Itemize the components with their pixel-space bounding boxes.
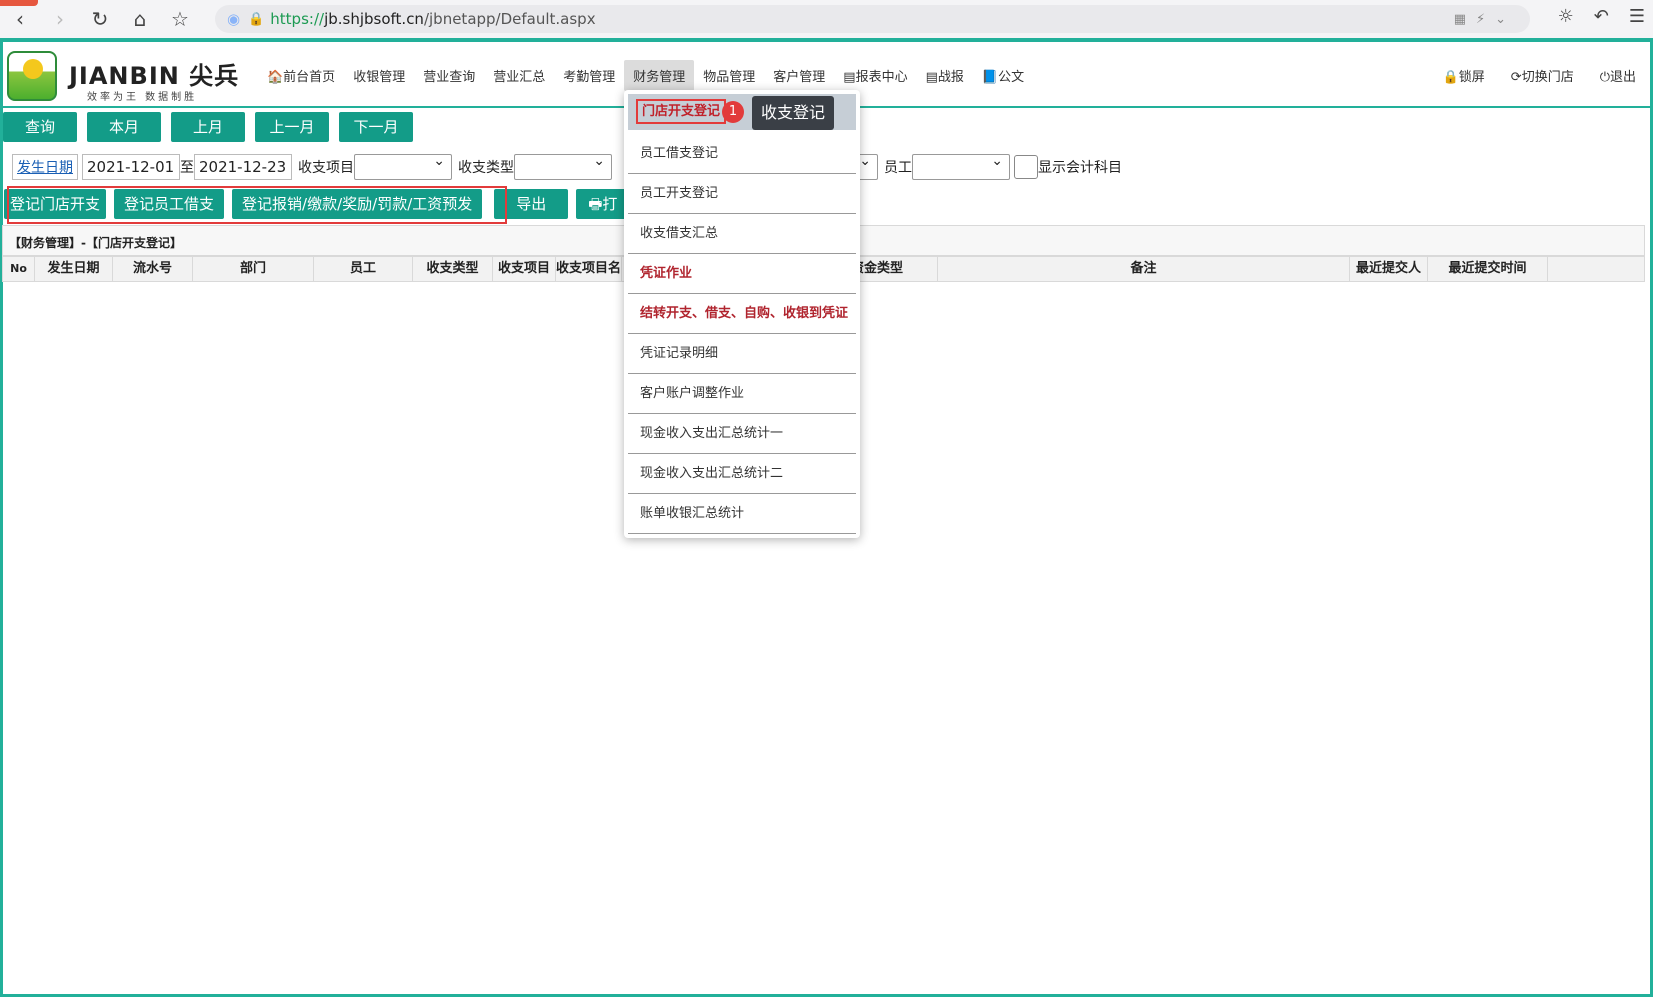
col-item[interactable]: 收支项目 (493, 257, 556, 281)
highlight-box (7, 186, 507, 224)
dropdown-voucher[interactable]: 凭证作业 (628, 254, 856, 294)
dropdown-voucher-detail[interactable]: 凭证记录明细 (628, 334, 856, 374)
col-date[interactable]: 发生日期 (35, 257, 113, 281)
finance-dropdown: 门店开支登记 员工借支登记 员工开支登记 收支借支汇总 凭证作业 结转开支、借支… (624, 90, 860, 538)
browser-toolbar: ‹ › ↻ ⌂ ☆ ◉ 🔒 https:// jb.shjbsoft.cn /j… (0, 0, 1653, 38)
col-type[interactable]: 收支类型 (413, 257, 493, 281)
star-icon[interactable]: ☆ (160, 7, 200, 31)
home-icon[interactable]: ⌂ (120, 7, 160, 31)
col-no[interactable]: No (3, 257, 35, 281)
dropdown-cash-stat-2[interactable]: 现金收入支出汇总统计二 (628, 454, 856, 494)
dropdown-staff-expense[interactable]: 员工开支登记 (628, 174, 856, 214)
lock-screen-link[interactable]: 🔒锁屏 (1443, 66, 1485, 85)
dropdown-cash-stat-1[interactable]: 现金收入支出汇总统计一 (628, 414, 856, 454)
this-month-button[interactable]: 本月 (87, 112, 161, 142)
menu-goods[interactable]: 物品管理 (694, 60, 764, 91)
item-label: 收支项目 (298, 160, 354, 176)
col-item-name[interactable]: 收支项目名 (556, 257, 622, 281)
annotation-tooltip: 收支登记 (752, 96, 834, 130)
show-account-label: 显示会计科目 (1038, 160, 1122, 176)
corner-badge (0, 0, 38, 6)
prev-month-button[interactable]: 上一月 (255, 112, 329, 142)
col-filler (1548, 257, 1644, 281)
brand-logo (7, 51, 57, 101)
date-label-link[interactable]: 发生日期 (12, 154, 78, 180)
logout-link[interactable]: ⏻退出 (1600, 66, 1636, 85)
url-scheme: https:// (270, 10, 325, 28)
date-to-input[interactable] (194, 154, 292, 180)
menu-icon[interactable]: ☰ (1629, 6, 1645, 27)
menu-business-query[interactable]: 营业查询 (414, 60, 484, 91)
menu-cashier[interactable]: 收银管理 (344, 60, 414, 91)
menu-business-summary[interactable]: 营业汇总 (484, 60, 554, 91)
address-bar[interactable]: ◉ 🔒 https:// jb.shjbsoft.cn /jbnetapp/De… (215, 5, 1530, 33)
menu-attendance[interactable]: 考勤管理 (554, 60, 624, 91)
url-path: /jbnetapp/Default.aspx (423, 10, 596, 28)
query-button[interactable]: 查询 (3, 112, 77, 142)
menu-documents[interactable]: 📘公文 (973, 60, 1033, 91)
staff-label: 员工 (884, 160, 912, 176)
menu-reports[interactable]: ▤报表中心 (834, 60, 916, 91)
menu-home[interactable]: 🏠前台首页 (258, 60, 344, 91)
period-buttons: 查询 本月 上月 上一月 下一月 (3, 112, 413, 142)
dropdown-bill-stat[interactable]: 账单收银汇总统计 (628, 494, 856, 534)
type-select[interactable] (514, 153, 612, 180)
lock-icon: 🔒 (248, 11, 265, 27)
col-last-submitter[interactable]: 最近提交人 (1350, 257, 1428, 281)
site-icon: ◉ (227, 10, 241, 28)
menu-battle-report[interactable]: ▤战报 (917, 60, 973, 91)
date-to-label: 至 (180, 160, 194, 176)
dropdown-store-expense-label: 门店开支登记 (636, 99, 727, 124)
dropdown-carryover[interactable]: 结转开支、借支、自购、收银到凭证 (628, 294, 856, 334)
next-month-button[interactable]: 下一月 (339, 112, 413, 142)
type-label: 收支类型 (458, 160, 514, 176)
url-host: jb.shjbsoft.cn (324, 10, 424, 28)
col-dept[interactable]: 部门 (193, 257, 314, 281)
menu-customer[interactable]: 客户管理 (764, 60, 834, 91)
dropdown-account-adjust[interactable]: 客户账户调整作业 (628, 374, 856, 414)
forward-icon[interactable]: › (40, 7, 80, 31)
address-tools: ▦⚡⌄ (1453, 11, 1516, 27)
step-number-badge: 1 (722, 101, 744, 123)
filter-row: 发生日期 至 收支项目 收支类型 员工 显示会计科目 (12, 153, 1122, 180)
main-menu: 🏠前台首页 收银管理 营业查询 营业汇总 考勤管理 财务管理 物品管理 客户管理… (258, 60, 1033, 91)
show-account-checkbox[interactable] (1014, 155, 1038, 179)
col-last-submit-time[interactable]: 最近提交时间 (1428, 257, 1548, 281)
back-icon[interactable]: ‹ (0, 7, 40, 31)
theme-icon[interactable]: ☼ (1558, 6, 1574, 27)
switch-store-link[interactable]: ⟳切换门店 (1511, 66, 1574, 85)
col-serial[interactable]: 流水号 (113, 257, 193, 281)
col-remark[interactable]: 备注 (938, 257, 1350, 281)
col-fund-type[interactable]: 资金类型 (851, 257, 938, 281)
undo-icon[interactable]: ↶ (1594, 6, 1609, 27)
reload-icon[interactable]: ↻ (80, 7, 120, 31)
dropdown-loan-summary[interactable]: 收支借支汇总 (628, 214, 856, 254)
brand-name: JIANBIN 尖兵 (69, 62, 240, 90)
staff-select[interactable] (912, 153, 1010, 180)
brand-slogan: 效率为王 数据制胜 (87, 92, 198, 103)
date-from-input[interactable] (82, 154, 180, 180)
col-staff[interactable]: 员工 (314, 257, 413, 281)
item-select[interactable] (354, 153, 452, 180)
dropdown-staff-loan[interactable]: 员工借支登记 (628, 134, 856, 174)
menu-finance[interactable]: 财务管理 (624, 60, 695, 91)
last-month-button[interactable]: 上月 (171, 112, 245, 142)
